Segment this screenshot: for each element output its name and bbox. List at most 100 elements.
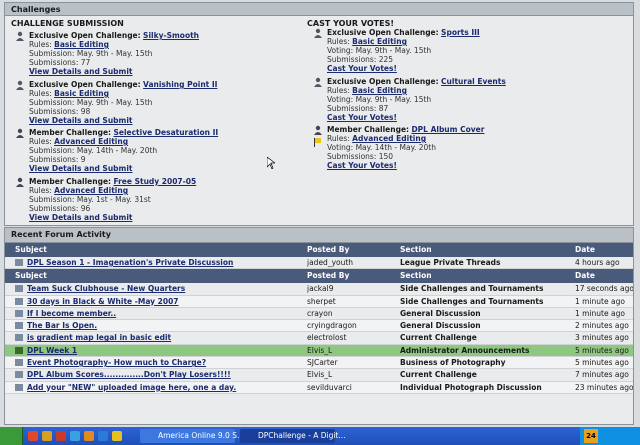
thread-icon: [15, 297, 23, 305]
thread-date: 2 minutes ago: [575, 321, 629, 331]
thread-poster[interactable]: jaded_youth: [307, 257, 395, 268]
thread-subject-link[interactable]: DPL Album Scores..............Don't Play…: [15, 369, 300, 380]
thread-subject-link[interactable]: Event Photography- How much to Charge?: [15, 357, 300, 368]
table-row[interactable]: Team Suck Clubhouse - New Quarters jacka…: [5, 283, 633, 296]
rules-link[interactable]: Advanced Editing: [54, 137, 128, 146]
submission-count: Submissions: 96: [29, 204, 91, 213]
challenge-name-link[interactable]: Silky-Smooth: [143, 31, 199, 40]
challenge-name-link[interactable]: Cultural Events: [441, 77, 506, 86]
date-header[interactable]: Date: [575, 243, 633, 257]
mail-icon[interactable]: [56, 431, 66, 441]
section-header[interactable]: Section: [400, 269, 570, 283]
taskbar-task-aol[interactable]: America Online 9.0 S...: [140, 429, 244, 443]
thread-subject-link[interactable]: Add your "NEW" uploaded image here, one …: [15, 382, 300, 393]
thread-poster[interactable]: electrolost: [307, 332, 395, 343]
challenge-submission-heading: CHALLENGE SUBMISSION: [11, 19, 124, 28]
taskbar-task-dpchallenge[interactable]: DPChallenge - A Digit...: [240, 429, 346, 443]
thread-icon: [15, 334, 23, 342]
member-icon: [15, 177, 25, 187]
thread-icon: [15, 309, 23, 317]
challenge-name-link[interactable]: Selective Desaturation II: [113, 128, 218, 137]
thread-subject-link[interactable]: 30 days in Black & White -May 2007: [15, 296, 300, 307]
rules-label: Rules:: [29, 137, 52, 146]
thread-poster[interactable]: cryingdragon: [307, 320, 395, 331]
rules-link[interactable]: Basic Editing: [352, 37, 407, 46]
thread-poster[interactable]: Elvis_L: [307, 345, 395, 356]
table-row[interactable]: If I become member.. crayon General Disc…: [5, 308, 633, 321]
table-row[interactable]: The Bar Is Open. cryingdragon General Di…: [5, 320, 633, 333]
view-details-link[interactable]: View Details and Submit: [29, 213, 133, 222]
rules-label: Rules:: [29, 186, 52, 195]
view-details-link[interactable]: View Details and Submit: [29, 164, 133, 173]
table-row[interactable]: DPL Season 1 - Imagenation's Private Dis…: [5, 257, 633, 270]
cast-votes-link[interactable]: Cast Your Votes!: [327, 161, 397, 170]
table-row-highlighted[interactable]: DPL Week 1 Elvis_L Administrator Announc…: [5, 344, 633, 358]
posted-by-header[interactable]: Posted By: [307, 243, 395, 257]
thread-date: 3 minutes ago: [575, 333, 629, 343]
challenge-name-link[interactable]: DPL Album Cover: [411, 125, 484, 134]
forum-title: Recent Forum Activity: [5, 228, 633, 243]
thread-icon: [15, 383, 23, 391]
aim-icon[interactable]: [112, 431, 122, 441]
challenge-name-link[interactable]: Free Study 2007-05: [113, 177, 196, 186]
subject-header[interactable]: Subject: [15, 243, 300, 257]
thread-icon: [15, 371, 23, 379]
voting-dates: Voting: May. 9th - May. 15th: [327, 95, 432, 104]
date-header[interactable]: Date: [575, 269, 633, 283]
rules-link[interactable]: Basic Editing: [54, 89, 109, 98]
user-icon: [15, 31, 25, 41]
cast-votes-link[interactable]: Cast Your Votes!: [327, 64, 397, 73]
tray-badge[interactable]: 24: [584, 429, 598, 443]
browser-icon[interactable]: [28, 431, 38, 441]
view-details-link[interactable]: View Details and Submit: [29, 116, 133, 125]
system-tray: 24: [580, 427, 640, 445]
thread-icon: [15, 346, 23, 354]
rules-link[interactable]: Basic Editing: [54, 40, 109, 49]
user-icon: [313, 77, 323, 87]
thread-date: 23 minutes ago: [575, 382, 634, 392]
thread-poster[interactable]: sevilduvarci: [307, 382, 395, 393]
challenge-type: Exclusive Open Challenge:: [29, 31, 141, 40]
thread-poster[interactable]: jackal9: [307, 283, 395, 294]
rules-link[interactable]: Advanced Editing: [54, 186, 128, 195]
cast-votes-heading: CAST YOUR VOTES!: [307, 19, 394, 28]
thread-section: General Discussion: [400, 308, 481, 318]
table-row[interactable]: Add your "NEW" uploaded image here, one …: [5, 381, 634, 394]
rules-label: Rules:: [327, 134, 350, 143]
section-header[interactable]: Section: [400, 243, 570, 257]
thread-poster[interactable]: SJCarter: [307, 357, 395, 368]
thread-date: 4 hours ago: [575, 258, 620, 267]
table-row[interactable]: is gradient map legal in basic edit elec…: [5, 332, 633, 345]
table-row[interactable]: Event Photography- How much to Charge? S…: [5, 357, 633, 370]
table-row[interactable]: DPL Album Scores..............Don't Play…: [5, 369, 633, 382]
submission-count: Submissions: 77: [29, 58, 91, 67]
thread-subject-link[interactable]: DPL Week 1: [15, 345, 300, 356]
thread-subject-link[interactable]: If I become member..: [15, 308, 300, 319]
app-icon[interactable]: [84, 431, 94, 441]
rules-link[interactable]: Advanced Editing: [352, 134, 426, 143]
thread-section: Individual Photograph Discussion: [400, 382, 542, 392]
thread-subject-link[interactable]: is gradient map legal in basic edit: [15, 332, 300, 343]
thread-subject-link[interactable]: Team Suck Clubhouse - New Quarters: [15, 283, 300, 294]
cast-votes-link[interactable]: Cast Your Votes!: [327, 113, 397, 122]
folder-icon[interactable]: [42, 431, 52, 441]
table-row[interactable]: 30 days in Black & White -May 2007 sherp…: [5, 295, 633, 308]
challenge-name-link[interactable]: Vanishing Point II: [143, 80, 217, 89]
ie-icon[interactable]: [70, 431, 80, 441]
thread-poster[interactable]: crayon: [307, 308, 395, 319]
challenge-name-link[interactable]: Sports III: [441, 28, 480, 37]
rules-label: Rules:: [29, 40, 52, 49]
forum-table-header: Subject Posted By Section Date: [5, 269, 633, 284]
thread-subject-link[interactable]: DPL Season 1 - Imagenation's Private Dis…: [15, 257, 300, 268]
posted-by-header[interactable]: Posted By: [307, 269, 395, 283]
rules-label: Rules:: [327, 37, 350, 46]
thread-subject-link[interactable]: The Bar Is Open.: [15, 320, 300, 331]
thread-poster[interactable]: sherpet: [307, 296, 395, 307]
rules-link[interactable]: Basic Editing: [352, 86, 407, 95]
subject-header[interactable]: Subject: [15, 269, 300, 283]
start-button[interactable]: [0, 427, 23, 445]
view-details-link[interactable]: View Details and Submit: [29, 67, 133, 76]
thread-poster[interactable]: Elvis_L: [307, 369, 395, 380]
media-icon[interactable]: [98, 431, 108, 441]
thread-date: 1 minute ago: [575, 296, 625, 306]
